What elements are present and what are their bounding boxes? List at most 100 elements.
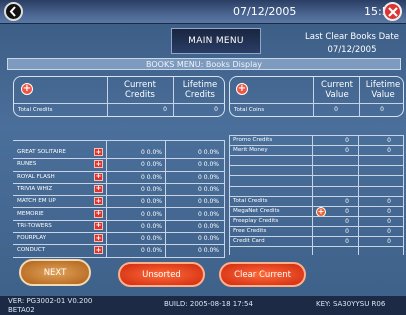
- game-lifetime: 0 0.0%: [198, 161, 219, 169]
- clear-current-button[interactable]: Clear Current: [219, 262, 306, 287]
- credit-lifetime: 0: [387, 147, 391, 155]
- credit-lifetime: 0: [387, 197, 391, 205]
- unsorted-button[interactable]: Unsorted: [118, 262, 205, 287]
- credit-name: Total Credits: [233, 197, 268, 204]
- game-detail-button[interactable]: +: [94, 159, 103, 169]
- game-current: 0 0.0%: [141, 149, 162, 156]
- credit-name: Freeplay Credits: [233, 217, 279, 224]
- game-detail-button[interactable]: +: [94, 233, 103, 243]
- credit-name: Credit Card: [233, 238, 265, 244]
- game-lifetime: 0 0.0%: [198, 198, 219, 206]
- credit-current: 0: [345, 227, 349, 235]
- credit-current: 0: [345, 147, 349, 155]
- close-button[interactable]: [383, 2, 402, 21]
- plus-icon: +: [95, 147, 102, 156]
- total-coins-lifetime: 0: [380, 106, 384, 113]
- game-name: MATCH EM UP: [17, 198, 56, 205]
- footer-bar: VER: PG3002-01 V0.200 BETA02 BUILD: 2005…: [0, 296, 406, 315]
- main-menu-button[interactable]: MAIN MENU: [171, 28, 261, 54]
- expand-credits-button[interactable]: +: [21, 83, 33, 95]
- last-clear-label: Last Clear Books Date: [305, 32, 399, 42]
- game-detail-button[interactable]: +: [94, 209, 103, 218]
- game-current: 0 0.0%: [141, 161, 162, 169]
- game-name: TRIVIA WHIZ: [17, 185, 53, 192]
- total-credits-lifetime: 0: [214, 106, 218, 113]
- credits-table: Promo Credits 0 0 Merit Money 0 0 Total Credit…: [229, 135, 404, 255]
- total-coins-current: 0: [334, 106, 338, 113]
- lifetime-value-header: Lifetime Value: [365, 80, 401, 100]
- game-row: TRI-TOWERS +0 0.0% 0 0.0%: [13, 221, 225, 234]
- credit-name: MegaNet Credits: [233, 207, 280, 214]
- game-row: TRIVIA WHIZ +0 0.0% 0 0.0%: [13, 184, 225, 197]
- back-arrow-icon: [9, 6, 16, 17]
- game-name: TRI-TOWERS: [17, 222, 52, 229]
- back-button[interactable]: [4, 2, 23, 21]
- game-lifetime: 0 0.0%: [198, 173, 219, 181]
- credit-lifetime: 0: [387, 238, 391, 245]
- game-name: GREAT SOLITAIRE: [17, 149, 66, 155]
- last-clear-date: 07/12/2005: [327, 45, 377, 55]
- credit-current: 0: [345, 197, 349, 205]
- total-credits-label: Total Credits: [18, 107, 53, 113]
- credit-lifetime: 0: [387, 207, 391, 215]
- game-current: 0 0.0%: [141, 222, 162, 230]
- game-detail-button[interactable]: +: [94, 148, 103, 156]
- plus-icon: +: [95, 233, 102, 242]
- game-row: MATCH EM UP +0 0.0% 0 0.0%: [13, 196, 225, 209]
- game-current: 0 0.0%: [141, 198, 162, 206]
- game-name: ROYAL FLASH: [17, 173, 55, 180]
- game-detail-button[interactable]: +: [94, 246, 103, 255]
- game-lifetime: 0 0.0%: [198, 185, 219, 193]
- credit-row: MegaNet Credits +0 0: [229, 206, 404, 217]
- books-display-screen: 07/12/2005 15:53 MAIN MENU Last Clear Bo…: [0, 0, 406, 315]
- books-menu-title: BOOKS MENU: Books Display: [7, 58, 401, 70]
- build-label: BUILD: 2005-08-18 17:54: [164, 300, 253, 308]
- credit-current: 0: [345, 238, 349, 245]
- credit-lifetime: 0: [387, 217, 391, 225]
- game-current: 0 0.0%: [141, 210, 162, 218]
- expand-coins-button[interactable]: +: [236, 83, 248, 95]
- game-lifetime: 0 0.0%: [198, 149, 219, 156]
- lifetime-credits-header: Lifetime Credits: [182, 80, 218, 100]
- top-bar: 07/12/2005 15:53: [0, 0, 406, 24]
- game-name: FOURPLAY: [17, 235, 47, 242]
- credit-lifetime: 0: [387, 227, 391, 235]
- credit-row: Freeplay Credits 0 0: [229, 217, 404, 227]
- last-clear-info: Last Clear Books Date 07/12/2005: [300, 31, 404, 57]
- game-current: 0 0.0%: [141, 247, 162, 255]
- game-lifetime: 0 0.0%: [198, 247, 219, 255]
- credit-row: Free Credits 0 0: [229, 227, 404, 237]
- key-label: KEY: SA30YYSU R06: [316, 300, 386, 308]
- next-button[interactable]: NEXT: [19, 259, 91, 286]
- game-row: FOURPLAY +0 0.0% 0 0.0%: [13, 233, 225, 246]
- game-current: 0 0.0%: [141, 185, 162, 193]
- game-detail-button[interactable]: +: [94, 197, 103, 206]
- close-icon: [387, 6, 398, 17]
- games-table: GREAT SOLITAIRE +0 0.0% 0 0.0% RUNES +0 0.0%…: [13, 140, 225, 258]
- current-date: 07/12/2005: [233, 5, 297, 18]
- plus-icon: +: [95, 221, 102, 230]
- credit-lifetime: 0: [387, 137, 391, 144]
- plus-icon: +: [317, 206, 325, 216]
- plus-icon: +: [95, 159, 102, 168]
- plus-icon: +: [22, 83, 32, 94]
- credit-current: 0: [345, 137, 349, 144]
- game-name: RUNES: [17, 161, 37, 168]
- game-name: MEMORIE: [17, 210, 44, 217]
- game-row: RUNES +0 0.0% 0 0.0%: [13, 159, 225, 172]
- plus-icon: +: [237, 83, 247, 94]
- version-suffix: BETA02: [8, 306, 35, 314]
- game-detail-button[interactable]: +: [94, 221, 103, 230]
- credit-current: 0: [345, 217, 349, 225]
- game-detail-button[interactable]: +: [94, 184, 103, 193]
- game-name: CONDUCT: [17, 247, 46, 254]
- credits-summary-panel: + Current Credits Lifetime Credits Total…: [13, 76, 225, 117]
- game-detail-button[interactable]: +: [94, 172, 103, 181]
- game-lifetime: 0 0.0%: [198, 235, 219, 243]
- game-lifetime: 0 0.0%: [198, 210, 219, 218]
- game-current: 0 0.0%: [141, 173, 162, 181]
- total-coins-label: Total Coins: [234, 107, 265, 113]
- credit-name: Free Credits: [233, 227, 267, 234]
- current-value-header: Current Value: [321, 80, 353, 100]
- plus-icon: +: [95, 209, 102, 217]
